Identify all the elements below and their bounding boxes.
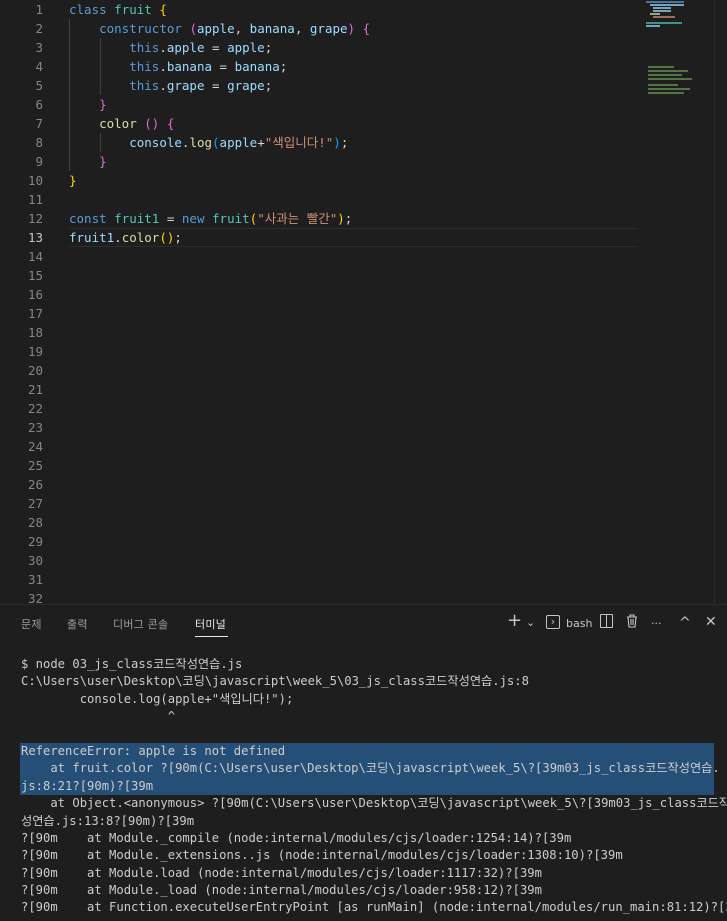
terminal-line: ?[90m at Module._compile (node:internal/… xyxy=(21,830,572,845)
line-number: 11 xyxy=(27,192,43,207)
close-panel-icon[interactable]: ✕ xyxy=(705,613,717,631)
new-terminal-plus-icon[interactable]: + xyxy=(507,612,522,630)
tab-debug-console[interactable]: 디버그 콘솔 xyxy=(113,616,168,632)
line-number: 16 xyxy=(27,287,43,302)
line-number: 21 xyxy=(27,382,43,397)
terminal-line: 성연습.js:13:8?[90m)?[39m xyxy=(21,813,195,828)
terminal-line: ?[90m at Module._extensions..js (node:in… xyxy=(21,848,623,863)
code-line-6: } xyxy=(99,97,107,112)
terminal-shell-icon[interactable]: › xyxy=(546,615,560,629)
minimap-line xyxy=(648,78,692,80)
tab-problems[interactable]: 문제 xyxy=(21,616,42,632)
minimap-line xyxy=(648,92,684,94)
code-line-12: const fruit1 = new fruit("사과는 빨간"); xyxy=(69,211,353,226)
code-line-3: this.apple = apple; xyxy=(129,40,273,55)
minimap-line xyxy=(646,25,660,27)
line-number: 26 xyxy=(27,477,43,492)
line-number: 2 xyxy=(35,21,43,36)
terminal-line: console.log(apple+"색입니다!"); xyxy=(21,691,294,706)
terminal-line: C:\Users\user\Desktop\코딩\javascript\week… xyxy=(21,674,529,689)
line-number: 29 xyxy=(27,534,43,549)
minimap[interactable] xyxy=(644,0,714,100)
line-number: 5 xyxy=(35,78,43,93)
terminal-line: ?[90m at Function.executeUserEntryPoint … xyxy=(21,900,727,915)
minimap-line xyxy=(648,66,674,68)
minimap-line xyxy=(646,22,682,24)
more-actions-icon[interactable]: ··· xyxy=(651,615,662,633)
trash-icon[interactable] xyxy=(626,614,638,628)
terminal-output[interactable]: $ node 03_js_class코드작성연습.js C:\Users\user… xyxy=(20,656,727,917)
line-number: 22 xyxy=(27,401,43,416)
line-number: 18 xyxy=(27,325,43,340)
line-number: 15 xyxy=(27,268,43,283)
terminal-line: ?[90m at Module.load (node:internal/modu… xyxy=(21,865,542,880)
terminal-line: $ node 03_js_class코드작성연습.js xyxy=(21,657,243,671)
line-number-gutter: 1 2 3 4 5 6 7 8 9 10 11 12 13 14 15 16 17 18 19 20 21 22 23 24 2… xyxy=(0,0,50,604)
minimap-line xyxy=(646,1,684,3)
line-number: 12 xyxy=(27,211,43,226)
split-terminal-icon[interactable] xyxy=(600,614,613,628)
line-number: 17 xyxy=(27,306,43,321)
line-number: 9 xyxy=(35,154,43,169)
tab-terminal[interactable]: 터미널 xyxy=(195,616,226,632)
code-line-10: } xyxy=(69,173,77,188)
minimap-line xyxy=(648,88,690,90)
shell-label[interactable]: bash xyxy=(566,615,592,633)
line-number: 32 xyxy=(27,591,43,604)
line-number: 1 xyxy=(35,2,43,17)
panel-tab-bar: 문제 출력 디버그 콘솔 터미널 + ⌄ › bash ··· ^ ✕ xyxy=(0,605,727,641)
line-number: 23 xyxy=(27,420,43,435)
minimap-line xyxy=(648,70,688,72)
code-line-7: color () { xyxy=(99,116,175,131)
line-number: 19 xyxy=(27,344,43,359)
minimap-line xyxy=(653,7,671,9)
terminal-line: at Object.<anonymous> ?[90m(C:\Users\use… xyxy=(21,796,727,811)
line-number: 20 xyxy=(27,363,43,378)
maximize-panel-chevron-up-icon[interactable]: ^ xyxy=(679,614,691,632)
bottom-panel: 문제 출력 디버그 콘솔 터미널 + ⌄ › bash ··· ^ ✕ $ no… xyxy=(0,604,727,921)
line-number: 13 xyxy=(27,230,43,245)
code-text-area[interactable]: class fruit { constructor (apple, banana… xyxy=(69,0,637,247)
code-line-13-current: fruit1.color(); xyxy=(69,228,637,247)
minimap-line xyxy=(653,10,671,12)
line-number: 10 xyxy=(27,173,43,188)
code-line-9: } xyxy=(99,154,107,169)
terminal-line: at fruit.color ?[90m(C:\Users\user\Deskt… xyxy=(20,760,720,778)
line-number: 28 xyxy=(27,515,43,530)
terminal-line: ^ xyxy=(21,709,176,724)
terminal-line: js:8:21?[90m)?[39m xyxy=(20,777,714,796)
active-tab-indicator xyxy=(195,636,228,637)
line-number: 25 xyxy=(27,458,43,473)
code-line-1: class fruit { xyxy=(69,2,167,17)
code-editor[interactable]: 1 2 3 4 5 6 7 8 9 10 11 12 13 14 15 16 17 18 19 20 21 22 23 24 2… xyxy=(0,0,727,604)
terminal-dropdown-chevron-icon[interactable]: ⌄ xyxy=(526,614,535,632)
split-divider xyxy=(606,615,607,627)
minimap-line xyxy=(648,84,678,86)
code-line-4: this.banana = banana; xyxy=(129,59,288,74)
minimap-line xyxy=(650,4,684,6)
minimap-line xyxy=(648,74,682,76)
line-number: 14 xyxy=(27,249,43,264)
line-number: 4 xyxy=(35,59,43,74)
line-number: 7 xyxy=(35,116,43,131)
line-number: 8 xyxy=(35,135,43,150)
minimap-line xyxy=(653,16,675,18)
terminal-line: ReferenceError: apple is not defined xyxy=(20,742,714,761)
code-line-5: this.grape = grape; xyxy=(129,78,273,93)
tab-output[interactable]: 출력 xyxy=(67,616,88,632)
minimap-line xyxy=(650,13,660,15)
line-number: 6 xyxy=(35,97,43,112)
line-number: 3 xyxy=(35,40,43,55)
line-number: 24 xyxy=(27,439,43,454)
code-line-8: console.log(apple+"색입니다!"); xyxy=(129,135,349,150)
code-line-2: constructor (apple, banana, grape) { xyxy=(99,21,371,36)
line-number: 31 xyxy=(27,572,43,587)
line-number: 27 xyxy=(27,496,43,511)
editor-scrollbar[interactable] xyxy=(714,0,727,604)
terminal-line: ?[90m at Module._load (node:internal/mod… xyxy=(21,883,542,898)
line-number: 30 xyxy=(27,553,43,568)
